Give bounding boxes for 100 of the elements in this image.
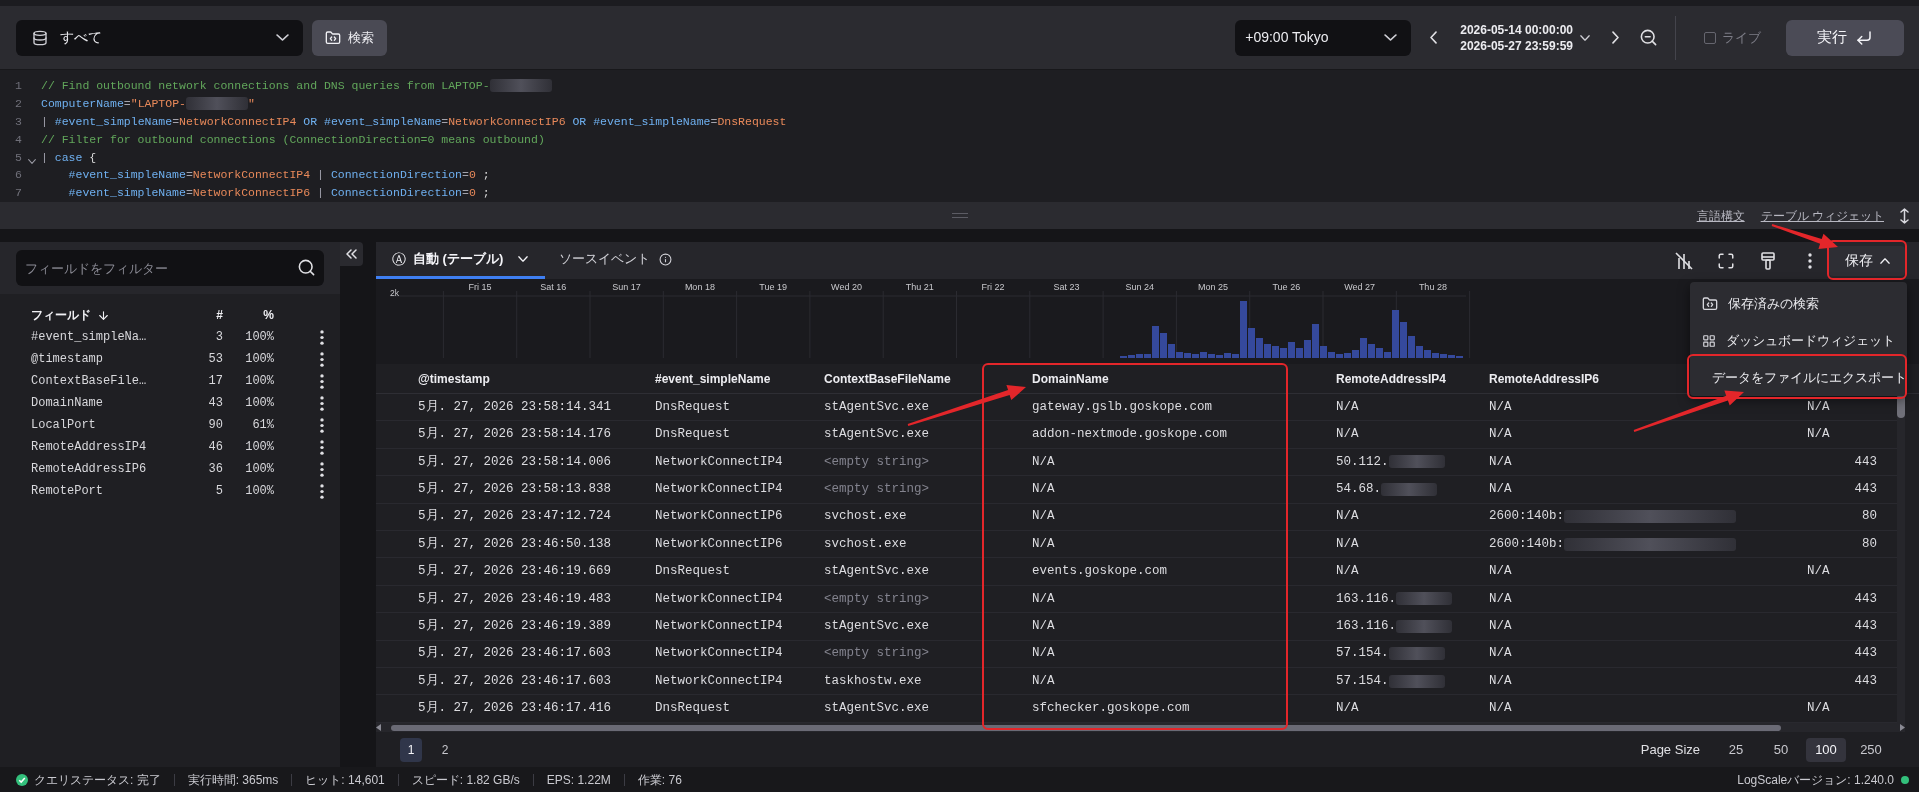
- field-name[interactable]: RemoteAddressIP6: [31, 460, 181, 478]
- timezone-dropdown[interactable]: +09:00 Tokyo: [1235, 19, 1412, 56]
- drag-handle-icon[interactable]: [952, 213, 968, 218]
- status-text: 作業: 76: [637, 771, 682, 789]
- field-count: 17: [207, 373, 223, 390]
- table-cell-text: 5月. 27, 2026 23:46:50.138: [418, 535, 612, 553]
- editor-splitter[interactable]: 言語構文 テーブル ウィジェット: [0, 202, 1919, 229]
- column-header[interactable]: @timestamp: [418, 369, 490, 388]
- query-editor[interactable]: [0, 70, 1919, 202]
- axis-label: Mon 18: [684, 282, 715, 292]
- sort-header[interactable]: フィールド: [31, 306, 181, 324]
- zoom-out-icon[interactable]: [1639, 28, 1658, 47]
- table-cell-text: 5月. 27, 2026 23:46:19.669: [418, 563, 612, 581]
- search-icon[interactable]: [297, 258, 316, 277]
- chevron-down-icon: [1384, 34, 1398, 41]
- more-options-icon[interactable]: [320, 417, 324, 433]
- table-cell-text: DnsRequest: [655, 398, 730, 416]
- table-cell-text: 5月. 27, 2026 23:58:14.006: [418, 453, 612, 471]
- grid-icon: [1702, 332, 1716, 349]
- page-size-option[interactable]: 250: [1851, 737, 1891, 762]
- more-options-icon[interactable]: [320, 439, 324, 455]
- more-options-icon[interactable]: [1808, 252, 1812, 269]
- more-options-icon[interactable]: [320, 351, 324, 367]
- editor-link[interactable]: テーブル ウィジェット: [1760, 206, 1884, 225]
- axis-label: Wed 20: [831, 282, 862, 292]
- column-header: %: [262, 307, 274, 324]
- column-header[interactable]: RemoteAddressIP4: [1336, 369, 1447, 388]
- run-button[interactable]: 実行: [1786, 19, 1904, 56]
- field-percent: 100%: [244, 461, 274, 478]
- view-tab[interactable]: ソースイベント: [545, 242, 679, 279]
- more-options-icon[interactable]: [320, 329, 324, 345]
- axis-label: Tue 19: [759, 282, 788, 292]
- table-cell-text: NetworkConnectIP4: [655, 453, 783, 471]
- field-name[interactable]: #event_simpleNa…: [31, 328, 181, 346]
- column-header[interactable]: RemoteAddressIP6: [1489, 369, 1600, 388]
- table-cell-text: stAgentSvc.exe: [824, 563, 930, 581]
- more-options-icon[interactable]: [320, 395, 324, 411]
- table-cell-text: NetworkConnectIP4: [655, 590, 783, 608]
- table-cell-text: N/A: [1336, 535, 1359, 553]
- horizontal-scrollbar[interactable]: [376, 723, 1905, 732]
- column-header[interactable]: DomainName: [1032, 369, 1109, 388]
- field-percent: 100%: [244, 351, 274, 368]
- field-name[interactable]: DomainName: [31, 394, 181, 412]
- table-cell-text: 443: [1854, 481, 1877, 498]
- datasource-dropdown[interactable]: すべて: [16, 19, 303, 56]
- table-cell-text: NetworkConnectIP6: [655, 535, 783, 553]
- vertical-scrollbar[interactable]: [1897, 394, 1905, 723]
- save-button[interactable]: 保存: [1829, 245, 1905, 276]
- time-range-picker[interactable]: 2026-05-14 00:00:00 2026-05-27 23:59:59: [1460, 21, 1590, 54]
- table-cell-text: N/A: [1032, 617, 1055, 635]
- field-name[interactable]: RemoteAddressIP4: [31, 438, 181, 456]
- table-cell-text: N/A: [1032, 672, 1055, 690]
- menu-item[interactable]: 保存済みの検索: [1690, 285, 1907, 322]
- axis-tick-label: 2k: [390, 288, 399, 298]
- brush-icon[interactable]: [1761, 251, 1775, 270]
- table-cell-text: 163.116.: [1336, 590, 1396, 608]
- code-text: ": [247, 95, 255, 112]
- menu-item[interactable]: データをファイルにエクスポート: [1690, 359, 1907, 396]
- collapse-button[interactable]: [340, 242, 363, 266]
- more-options-icon[interactable]: [320, 373, 324, 389]
- page-size-option[interactable]: 100: [1806, 737, 1846, 762]
- code-text: | case {: [41, 149, 97, 166]
- table-cell-text: N/A: [1807, 700, 1830, 718]
- page-button[interactable]: 1: [400, 737, 422, 762]
- table-cell-text: N/A: [1489, 700, 1512, 718]
- more-options-icon[interactable]: [320, 461, 324, 477]
- table-cell-text: 443: [1854, 617, 1877, 635]
- field-name[interactable]: @timestamp: [31, 350, 181, 368]
- next-range-icon[interactable]: [1612, 31, 1619, 44]
- table-cell-text: N/A: [1336, 508, 1359, 526]
- page-button[interactable]: 2: [434, 737, 456, 762]
- blurred-redaction: [1396, 619, 1452, 633]
- fold-caret-icon[interactable]: [27, 159, 36, 165]
- scrollbar-thumb[interactable]: [1897, 394, 1905, 418]
- table-cell-text: DnsRequest: [655, 700, 730, 718]
- table-cell-text: N/A: [1032, 535, 1055, 553]
- previous-range-icon[interactable]: [1430, 31, 1438, 44]
- more-options-icon[interactable]: [320, 483, 324, 499]
- resize-vertical-icon[interactable]: [1900, 207, 1909, 224]
- column-header[interactable]: #event_simpleName: [655, 369, 771, 388]
- blurred-redaction: [1388, 455, 1445, 469]
- chart-off-icon[interactable]: [1675, 251, 1693, 270]
- field-name[interactable]: RemotePort: [31, 482, 181, 500]
- chevron-down-icon: [1580, 34, 1590, 41]
- field-name[interactable]: ContextBaseFile…: [31, 372, 181, 390]
- field-name[interactable]: LocalPort: [31, 416, 181, 434]
- column-header[interactable]: ContextBaseFileName: [824, 369, 951, 388]
- scroll-right-icon[interactable]: [1900, 724, 1905, 731]
- filter-field[interactable]: フィールドをフィルター: [16, 250, 324, 286]
- line-number: 3: [14, 113, 22, 130]
- editor-link[interactable]: 言語構文: [1696, 206, 1745, 225]
- scroll-left-icon[interactable]: [376, 724, 381, 731]
- page-size-option[interactable]: 50: [1761, 737, 1801, 762]
- fullscreen-icon[interactable]: [1717, 251, 1735, 270]
- page-size-option[interactable]: 25: [1716, 737, 1756, 762]
- table-cell-text: N/A: [1807, 426, 1830, 444]
- search-button[interactable]: 検索: [312, 19, 387, 56]
- arrow-down-icon: [97, 308, 110, 322]
- menu-item[interactable]: ダッシュボードウィジェット: [1690, 322, 1907, 359]
- scrollbar-thumb[interactable]: [391, 724, 1781, 731]
